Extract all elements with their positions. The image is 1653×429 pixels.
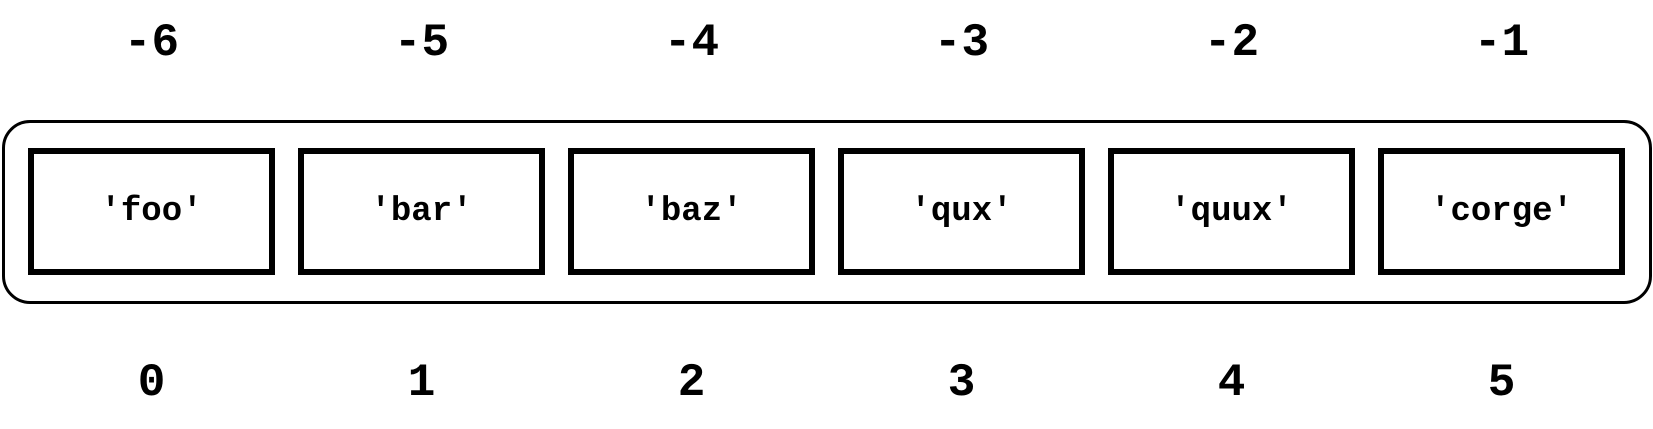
list-element: 'foo' [28,148,275,275]
list-element: 'bar' [298,148,545,275]
list-element: 'corge' [1378,148,1625,275]
positive-index: 3 [947,357,976,409]
list-element: 'quux' [1108,148,1355,275]
positive-index: 0 [137,357,166,409]
positive-index: 5 [1487,357,1516,409]
list-element: 'baz' [568,148,815,275]
negative-index: -4 [663,17,720,69]
negative-index: -1 [1473,17,1530,69]
positive-index: 2 [677,357,706,409]
negative-index: -6 [123,17,180,69]
positive-index: 1 [407,357,436,409]
list-element: 'qux' [838,148,1085,275]
positive-index: 4 [1217,357,1246,409]
negative-index: -3 [933,17,990,69]
negative-index: -5 [393,17,450,69]
negative-index: -2 [1203,17,1260,69]
